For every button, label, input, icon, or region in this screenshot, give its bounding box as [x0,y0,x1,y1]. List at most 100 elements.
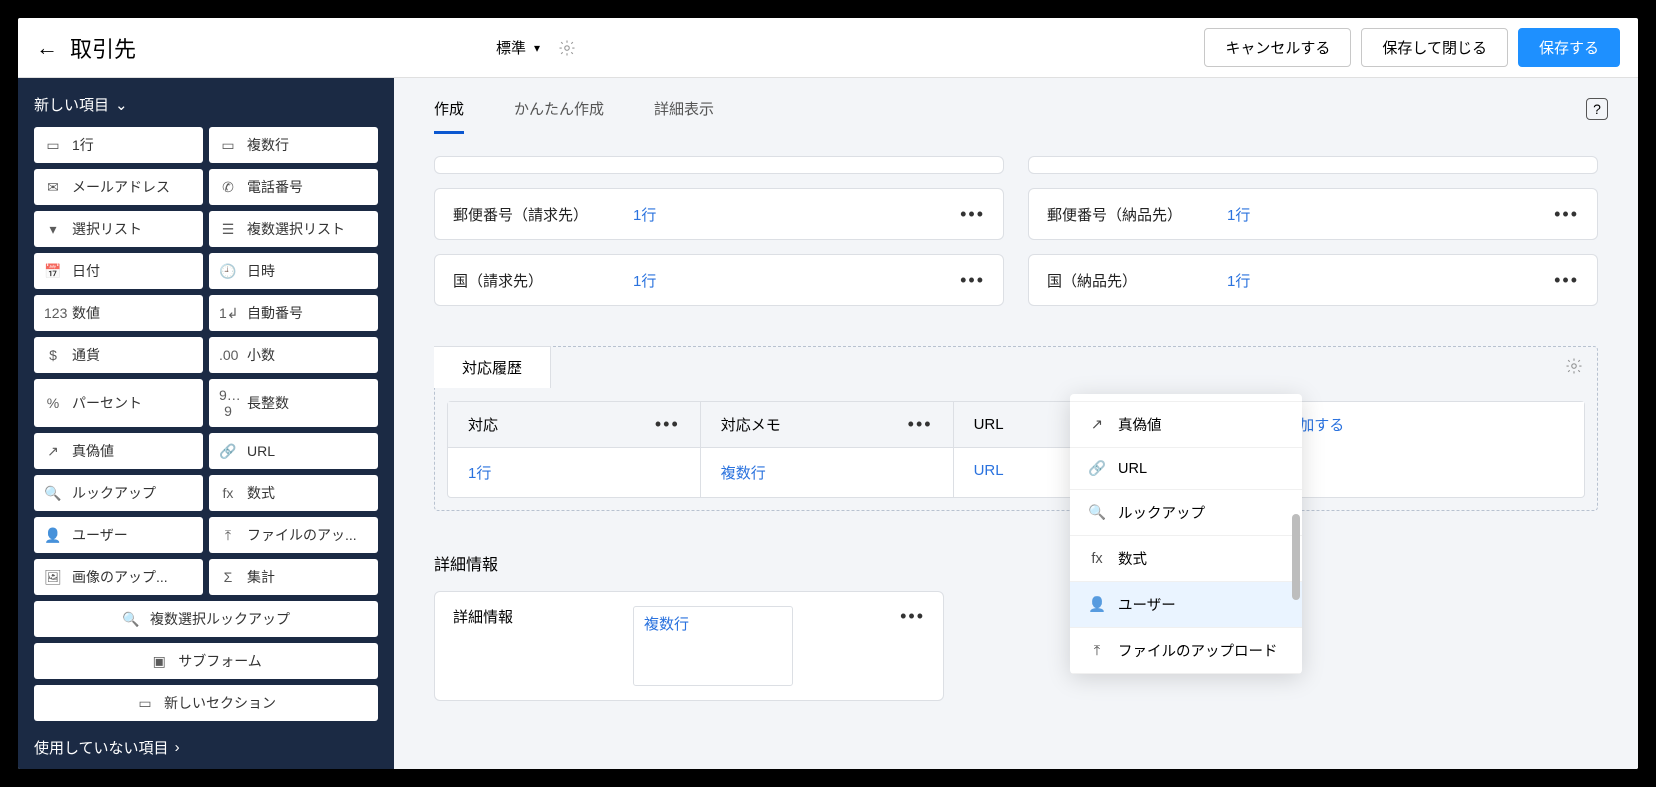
field-type-icon: ↗ [1088,417,1106,433]
more-icon[interactable]: ••• [655,414,680,435]
tab-detail-view[interactable]: 詳細表示 [654,98,714,134]
field-palette-item[interactable]: %パーセント [34,379,203,427]
field-card[interactable]: 郵便番号（納品先）1行 ••• [1028,188,1598,240]
field-palette-item[interactable]: ↗真偽値 [34,433,203,469]
help-icon[interactable]: ? [1586,98,1608,120]
more-icon[interactable]: ••• [908,414,933,435]
subform-column-header[interactable]: 対応••• [448,402,700,448]
field-palette-item[interactable]: ✉メールアドレス [34,169,203,205]
field-type: 1行 [1227,204,1250,225]
field-palette-item[interactable]: 🔗 URL [209,433,378,469]
more-icon[interactable]: ••• [1554,270,1579,291]
field-type-icon: ⤒ [219,527,237,544]
field-type-icon: 🔗 [219,443,237,460]
field-type-label: 画像のアップ... [72,567,168,587]
field-type-label: ルックアップ [72,483,156,503]
field-type-label: 集計 [247,567,275,587]
subform-column-type: 複数行 [701,448,953,497]
unused-fields-label: 使用していない項目 [34,737,169,758]
field-card-empty-left[interactable] [434,156,1004,174]
field-palette-item[interactable]: $通貨 [34,337,203,373]
field-palette-item[interactable]: ✆電話番号 [209,169,378,205]
back-arrow-icon[interactable]: ← [36,35,58,61]
field-palette-item[interactable]: 🖼画像のアップ... [34,559,203,595]
subform-column-header[interactable]: 対応メモ ••• [701,402,953,448]
popup-field-option[interactable]: ⤒ファイルのアップロード [1070,628,1302,674]
tab-create[interactable]: 作成 [434,98,464,134]
gear-icon[interactable] [558,39,576,57]
field-type-icon: ▭ [44,137,62,154]
field-type-label: 1行 [72,135,94,155]
layout-dropdown[interactable]: 標準 ▾ [496,37,540,58]
gear-icon[interactable] [1565,357,1583,375]
cancel-button[interactable]: キャンセルする [1204,28,1351,67]
field-type-label: 複数選択ルックアップ [150,609,290,629]
field-palette-item[interactable]: ▭ 1行 [34,127,203,163]
popup-field-option[interactable]: 🔍 ルックアップ [1070,490,1302,536]
field-type-label: 日付 [72,261,100,281]
field-type-label: 日時 [247,261,275,281]
field-palette-item[interactable]: ▭複数行 [209,127,378,163]
field-name: 郵便番号（請求先） [453,204,633,225]
field-type-label: 新しいセクション [164,693,276,713]
field-palette-item[interactable]: 1↲自動番号 [209,295,378,331]
field-palette-item-wide[interactable]: ▣サブフォーム [34,643,378,679]
field-palette-item-wide[interactable]: ▭ 新しいセクション [34,685,378,721]
field-palette-item[interactable]: Σ集計 [209,559,378,595]
field-palette-item[interactable]: 🔍 ルックアップ [34,475,203,511]
field-palette-item[interactable]: fx数式 [209,475,378,511]
sidebar-new-fields-header[interactable]: 新しい項目 ⌄ [34,94,378,115]
field-type-label: ファイルのアップロード [1118,640,1278,661]
more-icon[interactable]: ••• [900,606,925,627]
field-type-label: 選択リスト [72,219,142,239]
field-type-icon: 🔍 [44,485,62,502]
field-palette-item[interactable]: 📅日付 [34,253,203,289]
field-type-label: ルックアップ [1118,502,1205,523]
field-palette-item[interactable]: 🕘日時 [209,253,378,289]
field-type-label: URL [247,443,275,459]
more-icon[interactable]: ••• [960,204,985,225]
field-name: 郵便番号（納品先） [1047,204,1227,225]
popup-field-option[interactable]: 🔗URL [1070,448,1302,490]
column-title: 対応メモ [721,414,781,435]
details-field-type: 複数行 [633,606,793,686]
save-button[interactable]: 保存する [1518,28,1620,67]
field-palette-item[interactable]: ☰複数選択リスト [209,211,378,247]
field-type-icon: 🔍 [1088,504,1106,521]
field-type-icon: % [44,395,62,411]
subform-column[interactable]: 対応•••1行 [448,402,701,497]
field-palette-item[interactable]: ▾選択リスト [34,211,203,247]
tab-quick-create[interactable]: かんたん作成 [514,98,604,134]
field-card[interactable]: 国（納品先）1行••• [1028,254,1598,306]
field-palette-item-wide[interactable]: 🔍 複数選択ルックアップ [34,601,378,637]
field-palette-item[interactable]: 👤ユーザー [34,517,203,553]
popup-field-option[interactable]: fx数式 [1070,536,1302,582]
field-type-label: URL [1118,461,1147,477]
sidebar-unused-fields[interactable]: 使用していない項目 › [34,721,378,769]
field-type-icon: ▭ [136,695,154,712]
field-palette-item[interactable]: ⤒ファイルのアッ... [209,517,378,553]
more-icon[interactable]: ••• [960,270,985,291]
field-palette-item[interactable]: 123数値 [34,295,203,331]
topbar-actions: キャンセルする 保存して閉じる 保存する [1204,28,1620,67]
field-type-icon: 🔍 [122,611,140,628]
field-card[interactable]: 国（請求先）1行••• [434,254,1004,306]
popup-field-option[interactable]: ↗真偽値 [1070,402,1302,448]
field-type-icon: ▣ [150,653,168,670]
field-palette-item[interactable]: 9…9長整数 [209,379,378,427]
field-card[interactable]: 郵便番号（請求先）1行••• [434,188,1004,240]
field-palette-grid: ▭ 1行 ▭複数行✉メールアドレス✆電話番号▾選択リスト☰複数選択リスト📅日付🕘日時… [34,127,378,721]
more-icon[interactable]: ••• [1554,204,1579,225]
field-palette-item[interactable]: .00小数 [209,337,378,373]
subform-column[interactable]: 対応メモ ••• 複数行 [701,402,954,497]
field-type-icon: $ [44,347,62,363]
popup-field-option[interactable]: 👤ユーザー [1070,582,1302,628]
field-type: 1行 [1227,270,1250,291]
content-scroll[interactable]: 郵便番号（請求先）1行•••郵便番号（納品先）1行•••国（請求先）1行•••国… [394,134,1638,769]
details-field-card[interactable]: 詳細情報 複数行 ••• [434,591,944,701]
subform-section-title[interactable]: 対応履歴 [434,346,551,388]
save-close-button[interactable]: 保存して閉じる [1361,28,1508,67]
scrollbar[interactable] [1292,514,1300,600]
details-field-name: 詳細情報 [453,606,633,686]
field-card-empty-right[interactable] [1028,156,1598,174]
